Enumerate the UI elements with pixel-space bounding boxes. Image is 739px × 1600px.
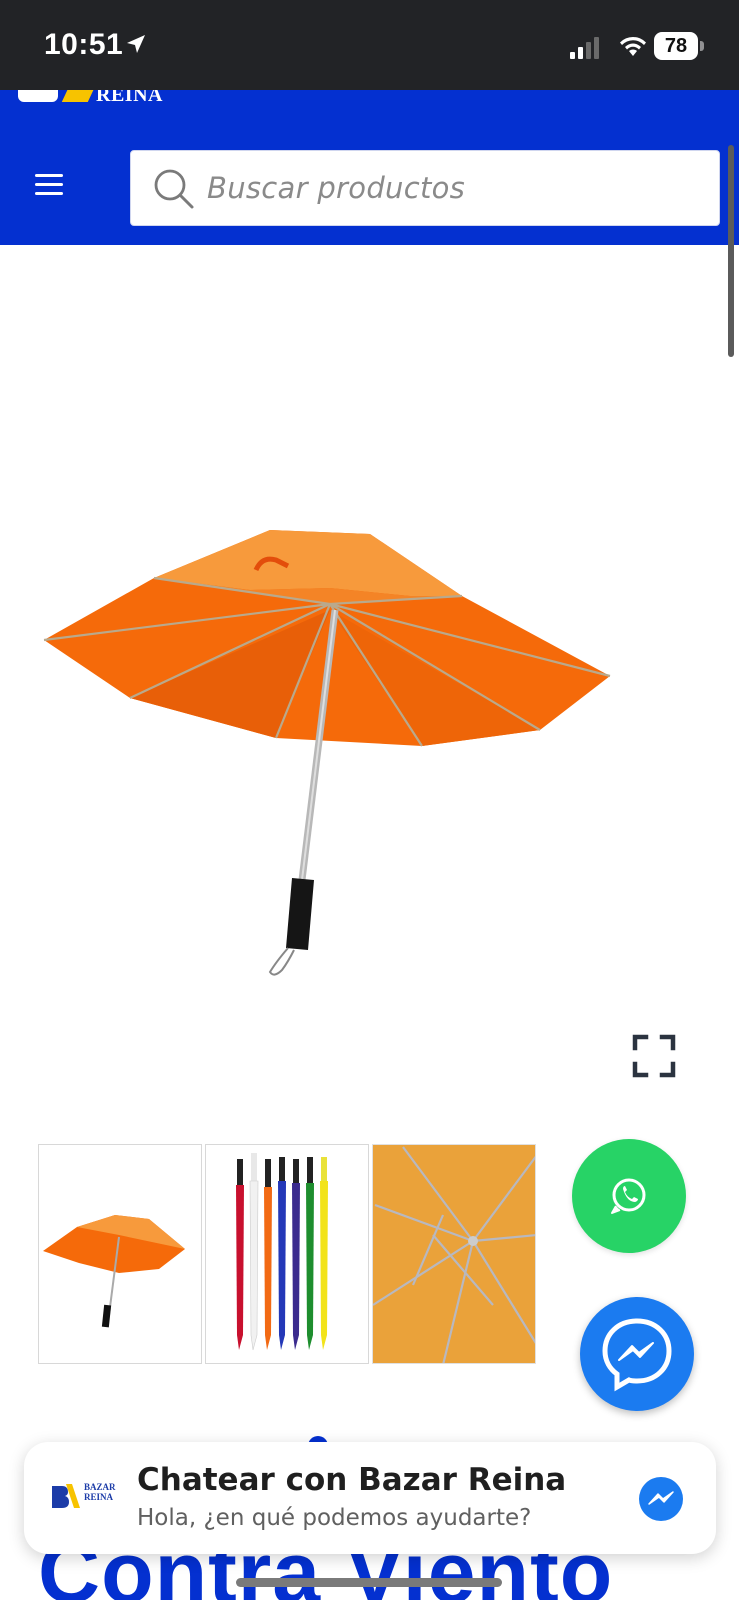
location-arrow-icon: [127, 35, 145, 53]
fullscreen-expand-icon[interactable]: [632, 1034, 676, 1078]
hamburger-menu-button[interactable]: [28, 164, 70, 206]
thumbnail-image-orange-umbrella: [43, 1215, 185, 1328]
chat-logo-line1: BAZAR: [84, 1482, 116, 1492]
messenger-icon: [602, 1318, 672, 1392]
bazar-reina-logo-icon: [52, 1484, 80, 1508]
chat-logo: BAZAR REINA: [50, 1478, 116, 1518]
chat-title: Chatear con Bazar Reina: [137, 1462, 567, 1498]
whatsapp-icon: [611, 1178, 646, 1214]
battery-icon: 78: [654, 32, 704, 60]
site-header: REINA: [0, 90, 739, 245]
messenger-button[interactable]: [580, 1297, 694, 1411]
wifi-icon: [620, 36, 646, 56]
page-scrollbar[interactable]: [728, 145, 734, 357]
search-box[interactable]: [130, 150, 720, 226]
signal-icon: [570, 37, 599, 59]
thumbnail-item[interactable]: [205, 1144, 369, 1364]
search-icon: [154, 169, 194, 209]
logo-text: REINA: [96, 90, 163, 106]
thumbnail-item[interactable]: [372, 1144, 536, 1364]
status-bar: 10:51 78: [0, 0, 739, 90]
chat-subtitle: Hola, ¿en qué podemos ayudarte?: [137, 1505, 532, 1531]
thumbnail-image-colored-umbrellas: [236, 1153, 328, 1351]
whatsapp-button[interactable]: [572, 1139, 686, 1253]
thumbnail-item[interactable]: [38, 1144, 202, 1364]
battery-level: 78: [654, 32, 698, 60]
thumbnail-image-umbrella-ribs: [373, 1145, 535, 1363]
product-main-image[interactable]: [30, 500, 650, 1000]
thumbnail-gallery: [38, 1144, 538, 1364]
home-indicator[interactable]: [236, 1578, 502, 1587]
messenger-icon[interactable]: [638, 1476, 684, 1522]
chat-widget-card[interactable]: BAZAR REINA Chatear con Bazar Reina Hola…: [24, 1442, 716, 1554]
site-logo[interactable]: REINA: [18, 90, 198, 106]
chat-logo-line2: REINA: [84, 1492, 114, 1502]
status-time: 10:51: [44, 28, 124, 61]
search-input[interactable]: [207, 151, 707, 225]
